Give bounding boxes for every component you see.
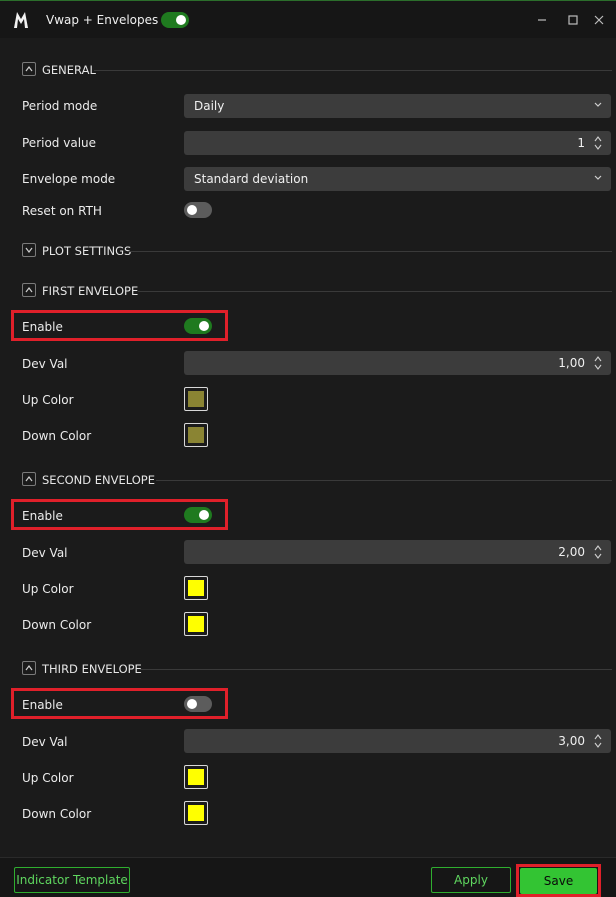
- maximize-button[interactable]: [563, 10, 583, 30]
- section-label: PLOT SETTINGS: [42, 244, 132, 258]
- envelope-mode-label: Envelope mode: [22, 172, 116, 186]
- second-up-color-swatch[interactable]: [184, 576, 208, 600]
- maximize-icon: [568, 15, 578, 25]
- envelope-mode-select[interactable]: Standard deviation: [184, 167, 611, 191]
- section-second-envelope-header[interactable]: SECOND ENVELOPE: [22, 470, 612, 490]
- section-divider: [138, 291, 612, 292]
- period-value-value: 1: [577, 136, 585, 150]
- section-first-envelope-header[interactable]: FIRST ENVELOPE: [22, 281, 612, 301]
- spinner-icon[interactable]: [593, 543, 603, 561]
- second-dev-val-input[interactable]: 2,00: [184, 540, 611, 564]
- second-dev-val-value: 2,00: [558, 545, 585, 559]
- chevron-up-icon: [22, 283, 36, 297]
- app-logo-icon: [14, 12, 28, 28]
- third-dev-val-label: Dev Val: [22, 735, 68, 749]
- spinner-icon[interactable]: [593, 354, 603, 372]
- third-dev-val-value: 3,00: [558, 734, 585, 748]
- section-label: FIRST ENVELOPE: [42, 284, 139, 298]
- window-title: Vwap + Envelopes: [46, 13, 159, 27]
- third-down-color-label: Down Color: [22, 807, 92, 821]
- third-dev-val-input[interactable]: 3,00: [184, 729, 611, 753]
- chevron-up-icon: [22, 661, 36, 675]
- reset-on-rth-label: Reset on RTH: [22, 204, 102, 218]
- section-label: GENERAL: [42, 63, 96, 77]
- first-up-color-label: Up Color: [22, 393, 74, 407]
- apply-button[interactable]: Apply: [431, 867, 511, 893]
- first-dev-val-label: Dev Val: [22, 357, 68, 371]
- highlight-box: [11, 499, 228, 530]
- envelope-mode-value: Standard deviation: [194, 172, 309, 186]
- highlight-box: [516, 864, 601, 897]
- spinner-icon[interactable]: [593, 134, 603, 152]
- section-divider: [140, 669, 612, 670]
- first-down-color-label: Down Color: [22, 429, 92, 443]
- chevron-down-icon: [594, 102, 602, 107]
- section-divider: [128, 251, 612, 252]
- minimize-button[interactable]: [532, 10, 552, 30]
- section-divider: [156, 480, 612, 481]
- chevron-up-icon: [22, 62, 36, 76]
- indicator-enabled-toggle[interactable]: [161, 12, 189, 28]
- section-plot-settings-header[interactable]: PLOT SETTINGS: [22, 241, 612, 261]
- indicator-template-button[interactable]: Indicator Template: [14, 867, 130, 893]
- chevron-down-icon: [594, 175, 602, 180]
- period-value-label: Period value: [22, 136, 97, 150]
- section-divider: [94, 70, 612, 71]
- chevron-down-icon: [22, 243, 36, 257]
- section-label: SECOND ENVELOPE: [42, 473, 156, 487]
- period-mode-label: Period mode: [22, 99, 98, 113]
- second-up-color-label: Up Color: [22, 582, 74, 596]
- close-button[interactable]: [589, 10, 609, 30]
- spinner-icon[interactable]: [593, 732, 603, 750]
- period-mode-select[interactable]: Daily: [184, 94, 611, 118]
- second-dev-val-label: Dev Val: [22, 546, 68, 560]
- first-down-color-swatch[interactable]: [184, 423, 208, 447]
- reset-on-rth-toggle[interactable]: [184, 202, 212, 218]
- third-up-color-swatch[interactable]: [184, 765, 208, 789]
- highlight-box: [11, 310, 228, 341]
- second-down-color-label: Down Color: [22, 618, 92, 632]
- third-up-color-label: Up Color: [22, 771, 74, 785]
- chevron-up-icon: [22, 472, 36, 486]
- first-dev-val-value: 1,00: [558, 356, 585, 370]
- first-up-color-swatch[interactable]: [184, 387, 208, 411]
- second-down-color-swatch[interactable]: [184, 612, 208, 636]
- period-value-input[interactable]: 1: [184, 131, 611, 155]
- section-label: THIRD ENVELOPE: [42, 662, 142, 676]
- period-mode-value: Daily: [194, 99, 225, 113]
- section-third-envelope-header[interactable]: THIRD ENVELOPE: [22, 659, 612, 679]
- third-down-color-swatch[interactable]: [184, 801, 208, 825]
- minimize-icon: [538, 19, 546, 21]
- close-icon: [594, 15, 604, 25]
- section-general-header[interactable]: GENERAL: [22, 60, 612, 80]
- title-bar: Vwap + Envelopes: [0, 0, 616, 38]
- first-dev-val-input[interactable]: 1,00: [184, 351, 611, 375]
- highlight-box: [11, 688, 228, 719]
